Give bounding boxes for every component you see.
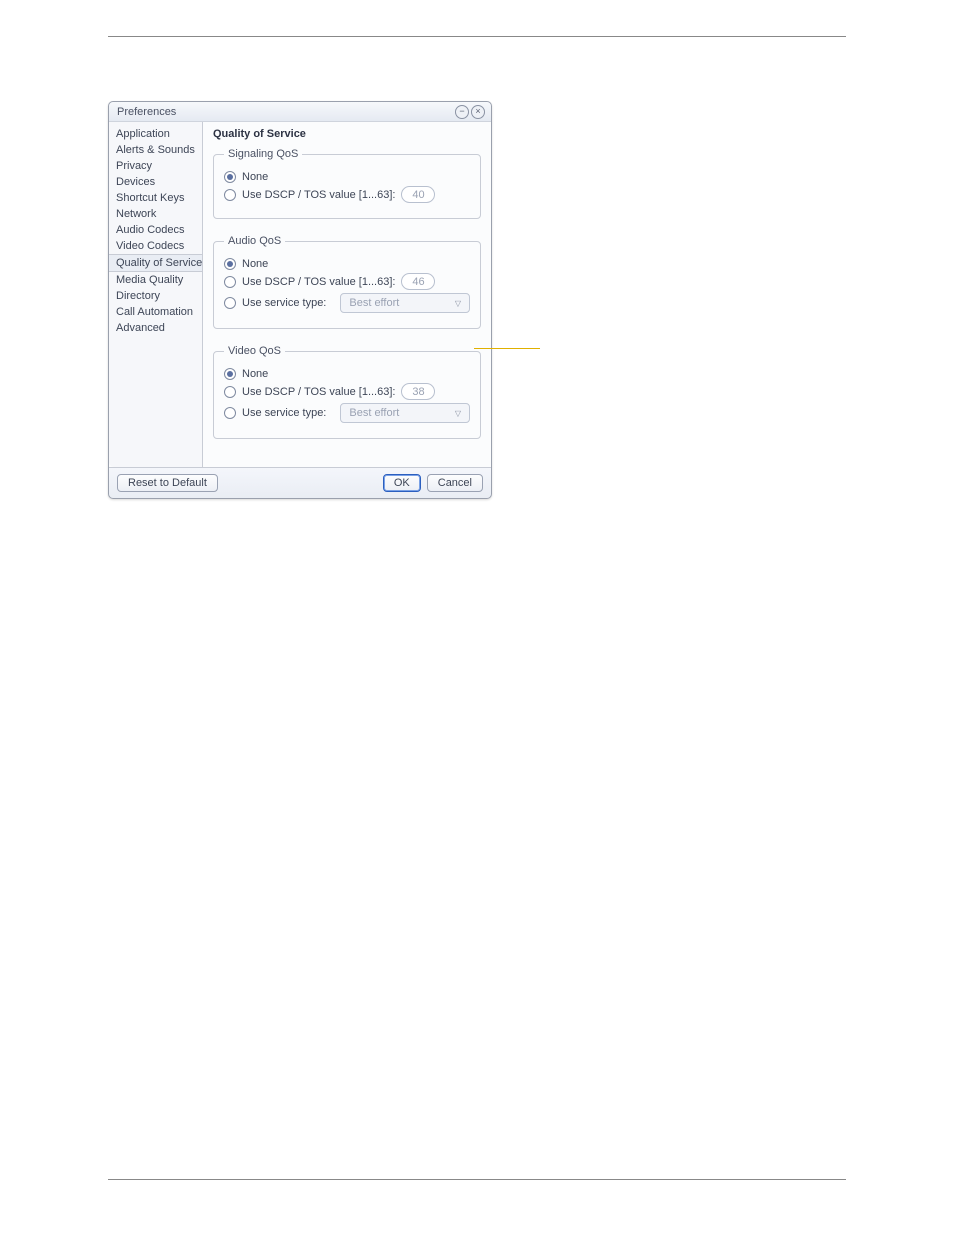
audio-none-row[interactable]: None — [224, 258, 470, 270]
chevron-down-icon: ▽ — [455, 409, 461, 418]
select-value: Best effort — [349, 297, 399, 309]
minimize-button[interactable]: − — [455, 105, 469, 119]
sidebar-item-quality-of-service[interactable]: Quality of Service — [109, 254, 202, 272]
titlebar: Preferences − × — [109, 102, 491, 122]
radio-icon — [224, 276, 236, 288]
dialog-footer: Reset to Default OK Cancel — [109, 467, 491, 498]
radio-label: None — [242, 368, 268, 380]
sidebar-item-call-automation[interactable]: Call Automation — [109, 304, 202, 320]
sidebar-item-advanced[interactable]: Advanced — [109, 320, 202, 336]
radio-icon — [224, 258, 236, 270]
video-dscp-row[interactable]: Use DSCP / TOS value [1...63]: — [224, 383, 470, 400]
radio-label: Use DSCP / TOS value [1...63]: — [242, 386, 395, 398]
sidebar-item-video-codecs[interactable]: Video Codecs — [109, 238, 202, 254]
signaling-none-row[interactable]: None — [224, 171, 470, 183]
close-button[interactable]: × — [471, 105, 485, 119]
radio-label: Use DSCP / TOS value [1...63]: — [242, 189, 395, 201]
sidebar-item-media-quality[interactable]: Media Quality — [109, 272, 202, 288]
panel-content: Quality of Service Signaling QoS None Us… — [203, 122, 491, 467]
audio-dscp-input[interactable] — [401, 273, 435, 290]
radio-label: Use service type: — [242, 407, 326, 419]
radio-label: None — [242, 171, 268, 183]
preferences-dialog: Preferences − × Application Alerts & Sou… — [108, 101, 492, 499]
signaling-dscp-input[interactable] — [401, 186, 435, 203]
cancel-button[interactable]: Cancel — [427, 474, 483, 492]
video-none-row[interactable]: None — [224, 368, 470, 380]
sidebar-item-shortcut-keys[interactable]: Shortcut Keys — [109, 190, 202, 206]
sidebar-item-devices[interactable]: Devices — [109, 174, 202, 190]
video-qos-group: Video QoS None Use DSCP / TOS value [1..… — [213, 345, 481, 439]
divider-top — [108, 36, 846, 37]
sidebar-item-application[interactable]: Application — [109, 126, 202, 142]
signaling-qos-group: Signaling QoS None Use DSCP / TOS value … — [213, 148, 481, 219]
chevron-down-icon: ▽ — [455, 299, 461, 308]
sidebar-item-alerts-sounds[interactable]: Alerts & Sounds — [109, 142, 202, 158]
sidebar-item-directory[interactable]: Directory — [109, 288, 202, 304]
sidebar-item-network[interactable]: Network — [109, 206, 202, 222]
radio-icon — [224, 386, 236, 398]
radio-icon — [224, 171, 236, 183]
ok-button[interactable]: OK — [383, 474, 421, 492]
video-qos-legend: Video QoS — [224, 345, 285, 357]
audio-service-select[interactable]: Best effort ▽ — [340, 293, 470, 313]
window-title: Preferences — [117, 106, 453, 118]
radio-label: Use service type: — [242, 297, 326, 309]
audio-dscp-row[interactable]: Use DSCP / TOS value [1...63]: — [224, 273, 470, 290]
divider-bottom — [108, 1179, 846, 1180]
radio-label: Use DSCP / TOS value [1...63]: — [242, 276, 395, 288]
sidebar-item-privacy[interactable]: Privacy — [109, 158, 202, 174]
radio-label: None — [242, 258, 268, 270]
signaling-dscp-row[interactable]: Use DSCP / TOS value [1...63]: — [224, 186, 470, 203]
audio-service-row[interactable]: Use service type: Best effort ▽ — [224, 293, 470, 313]
signaling-qos-legend: Signaling QoS — [224, 148, 302, 160]
audio-qos-group: Audio QoS None Use DSCP / TOS value [1..… — [213, 235, 481, 329]
radio-icon — [224, 407, 236, 419]
reset-to-default-button[interactable]: Reset to Default — [117, 474, 218, 492]
annotation-line — [474, 348, 540, 349]
sidebar: Application Alerts & Sounds Privacy Devi… — [109, 122, 203, 467]
select-value: Best effort — [349, 407, 399, 419]
video-service-select[interactable]: Best effort ▽ — [340, 403, 470, 423]
panel-title: Quality of Service — [213, 128, 481, 140]
video-service-row[interactable]: Use service type: Best effort ▽ — [224, 403, 470, 423]
video-dscp-input[interactable] — [401, 383, 435, 400]
radio-icon — [224, 368, 236, 380]
radio-icon — [224, 297, 236, 309]
audio-qos-legend: Audio QoS — [224, 235, 285, 247]
radio-icon — [224, 189, 236, 201]
sidebar-item-audio-codecs[interactable]: Audio Codecs — [109, 222, 202, 238]
